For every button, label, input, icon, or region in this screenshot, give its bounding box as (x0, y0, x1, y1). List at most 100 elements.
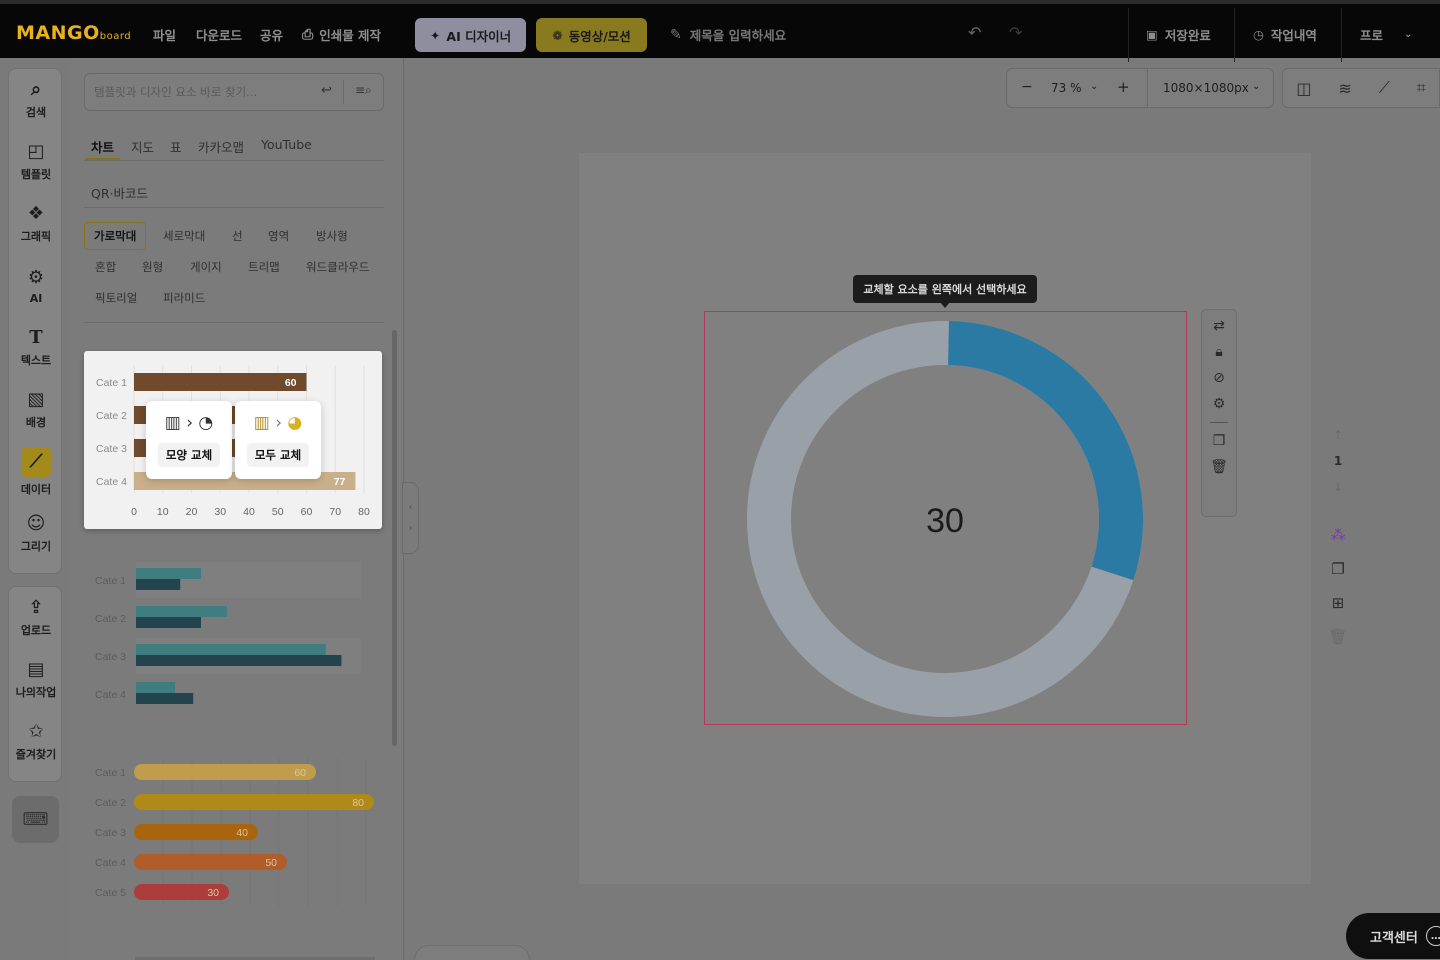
rail-favorites[interactable]: ✩ 즐겨찾기 (9, 711, 63, 773)
sticker-icon[interactable]: ◫ (1296, 79, 1311, 98)
data-label: 80 (352, 797, 364, 809)
chart-3-svg[interactable]: Cate 1 60 Cate 2 80 Cate 3 40 Cate 4 50 Cate 5 30 (84, 754, 382, 914)
chip-wordcloud[interactable]: 워드클라우드 (306, 259, 369, 275)
panel-scrollbar[interactable] (392, 330, 397, 746)
crop-frame-icon[interactable]: ⌗ (1417, 78, 1426, 98)
rail-draw[interactable]: ☺ 그리기 (9, 503, 63, 565)
chevron-down-icon[interactable]: ⌄ (1090, 81, 1098, 92)
logo[interactable]: MANGOboard (16, 22, 131, 44)
reset-icon[interactable]: ↩ (321, 83, 332, 98)
rail-my-work[interactable]: ▤ 나의작업 (9, 649, 63, 711)
chart-line-icon: ⟋ (21, 447, 51, 477)
history-button[interactable]: ◷ 작업내역 (1253, 25, 1317, 44)
graphic-icon: ❖ (27, 203, 45, 224)
undo-icon[interactable]: ↶ (968, 23, 981, 42)
chip-radar[interactable]: 방사형 (316, 228, 348, 244)
tab-chart[interactable]: 차트 (91, 137, 114, 156)
chip-vertical-bar[interactable]: 세로막대 (163, 228, 205, 244)
rail-graphic[interactable]: ❖ 그래픽 (9, 193, 63, 255)
add-page-icon[interactable]: ⊞ (1332, 594, 1345, 612)
lock-icon[interactable]: 🔒︎ (1215, 344, 1222, 360)
tab-kakaomap[interactable]: 카카오맵 (198, 137, 244, 156)
bottom-slide-toggle[interactable] (414, 945, 530, 960)
filter-search-icon[interactable]: ≡⌕ (355, 83, 372, 98)
x-tick-label: 70 (329, 506, 341, 518)
chart-template-card[interactable]: 0 10 20 30 40 50 60 70 80 Cate 1 60 Cate 2 Cate 3 Cat… (84, 351, 382, 529)
chip-pyramid[interactable]: 피라미드 (163, 290, 205, 306)
rail-upload[interactable]: ⇪ 업로드 (9, 587, 63, 649)
settings-icon[interactable]: ⚙ (1213, 396, 1226, 412)
copy-page-icon[interactable]: ❐ (1331, 560, 1344, 578)
zoom-in-icon[interactable]: + (1117, 78, 1130, 96)
rail-text[interactable]: T 텍스트 (9, 317, 63, 379)
delete-page-icon[interactable]: 🗑︎ (1328, 628, 1347, 646)
category-label: Cate 3 (95, 827, 126, 839)
menu-file[interactable]: 파일 (153, 25, 176, 44)
layers-icon[interactable]: ≋ (1338, 79, 1351, 98)
chip-treemap[interactable]: 트리맵 (248, 259, 280, 275)
chip-pictorial[interactable]: 픽토리얼 (95, 290, 137, 306)
chevron-down-icon[interactable]: ⌄ (1252, 81, 1260, 92)
chart-2-svg[interactable]: Cate 1 Cate 2 Cate 3 Cate 4 (84, 556, 382, 716)
zoom-out-icon[interactable]: − (1021, 79, 1033, 95)
divider (1128, 8, 1129, 62)
title-input[interactable]: ✎ 제목을 입력하세요 (670, 25, 786, 44)
menu-download[interactable]: 다운로드 (196, 25, 242, 44)
chevron-down-icon: ⌄ (1404, 29, 1413, 40)
tab-qr-barcode[interactable]: QR·바코드 (91, 183, 148, 202)
save-status[interactable]: ▣ 저장완료 (1146, 25, 1211, 44)
rail-background[interactable]: ▧ 배경 (9, 379, 63, 441)
panel-collapse-toggle[interactable]: ‹ › (402, 482, 419, 554)
search-input[interactable]: 템플릿과 디자인 요소 바로 찾기... ↩ ≡⌕ (84, 73, 384, 111)
bar-to-pie-color-icon: ▥ › ◕ (253, 413, 303, 433)
replace-shape-button[interactable]: ▥ › ◔ 모양 교체 (146, 401, 232, 479)
tab-table[interactable]: 표 (170, 137, 182, 156)
chip-area[interactable]: 영역 (268, 228, 289, 244)
zoom-value[interactable]: 73 % (1051, 81, 1082, 95)
arrow-down-icon[interactable]: ↓ (1333, 480, 1343, 494)
chip-mixed[interactable]: 혼합 (95, 259, 116, 275)
left-rail: ⌕ 검색 ◰ 템플릿 ❖ 그래픽 ⚙ AI T 텍스트 ▧ 배경 ⟋ 데이터 ☺ 그리기 (8, 68, 62, 574)
canvas-size[interactable]: 1080×1080px (1163, 81, 1249, 95)
divider (1147, 69, 1148, 107)
rail-data[interactable]: ⟋ 데이터 (9, 441, 63, 503)
bar (136, 606, 227, 617)
bar (136, 568, 201, 579)
link-off-icon[interactable]: ⊘ (1213, 370, 1225, 386)
arrow-up-icon[interactable]: ↑ (1333, 428, 1343, 442)
keyboard-shortcuts-button[interactable]: ⌨ (12, 796, 59, 843)
duplicate-icon[interactable]: ❐ (1213, 433, 1226, 449)
ruler-icon[interactable]: ⟋ (1379, 78, 1390, 98)
rail-template[interactable]: ◰ 템플릿 (9, 131, 63, 193)
chip-line[interactable]: 선 (232, 228, 243, 244)
tab-youtube[interactable]: YouTube (261, 137, 312, 152)
x-tick-label: 10 (157, 506, 169, 518)
help-center-button[interactable]: 고객센터 … (1346, 913, 1440, 959)
bar (136, 644, 326, 655)
replace-all-button[interactable]: ▥ › ◕ 모두 교체 (235, 401, 321, 479)
ai-chip-icon: ⚙ (27, 266, 45, 288)
trash-icon[interactable]: 🗑︎ (1210, 459, 1228, 475)
rail-ai[interactable]: ⚙ AI (9, 255, 63, 317)
replace-icon[interactable]: ⇄ (1213, 318, 1225, 334)
tab-map[interactable]: 지도 (131, 137, 154, 156)
redo-icon[interactable]: ↷ (1009, 23, 1022, 42)
plan-dropdown[interactable]: 프로 ⌄ (1360, 25, 1412, 44)
divider (1341, 8, 1342, 62)
bar (136, 655, 342, 666)
print-button[interactable]: ⎙ 인쇄물 제작 (302, 25, 381, 44)
chart-1-svg: 0 10 20 30 40 50 60 70 80 Cate 1 60 Cate 2 Cate 3 Cat… (96, 365, 370, 518)
menu-share[interactable]: 공유 (260, 25, 283, 44)
color-palette-icon[interactable]: ⁂ (1331, 526, 1346, 544)
chip-horizontal-bar[interactable]: 가로막대 (84, 222, 147, 250)
zoom-toolbar: − 73 % ⌄ + 1080×1080px ⌄ (1006, 68, 1274, 108)
selection-box[interactable] (704, 311, 1187, 725)
chip-gauge[interactable]: 게이지 (190, 259, 222, 275)
page-number: 1 (1333, 454, 1343, 468)
video-motion-button[interactable]: ❁ 동영상/모션 (536, 18, 647, 52)
chip-pie[interactable]: 원형 (142, 259, 163, 275)
chevron-right-icon: › (408, 523, 413, 534)
data-label: 40 (236, 827, 248, 839)
rail-search[interactable]: ⌕ 검색 (9, 69, 63, 131)
ai-designer-button[interactable]: ✦ AI 디자이너 (415, 18, 526, 52)
